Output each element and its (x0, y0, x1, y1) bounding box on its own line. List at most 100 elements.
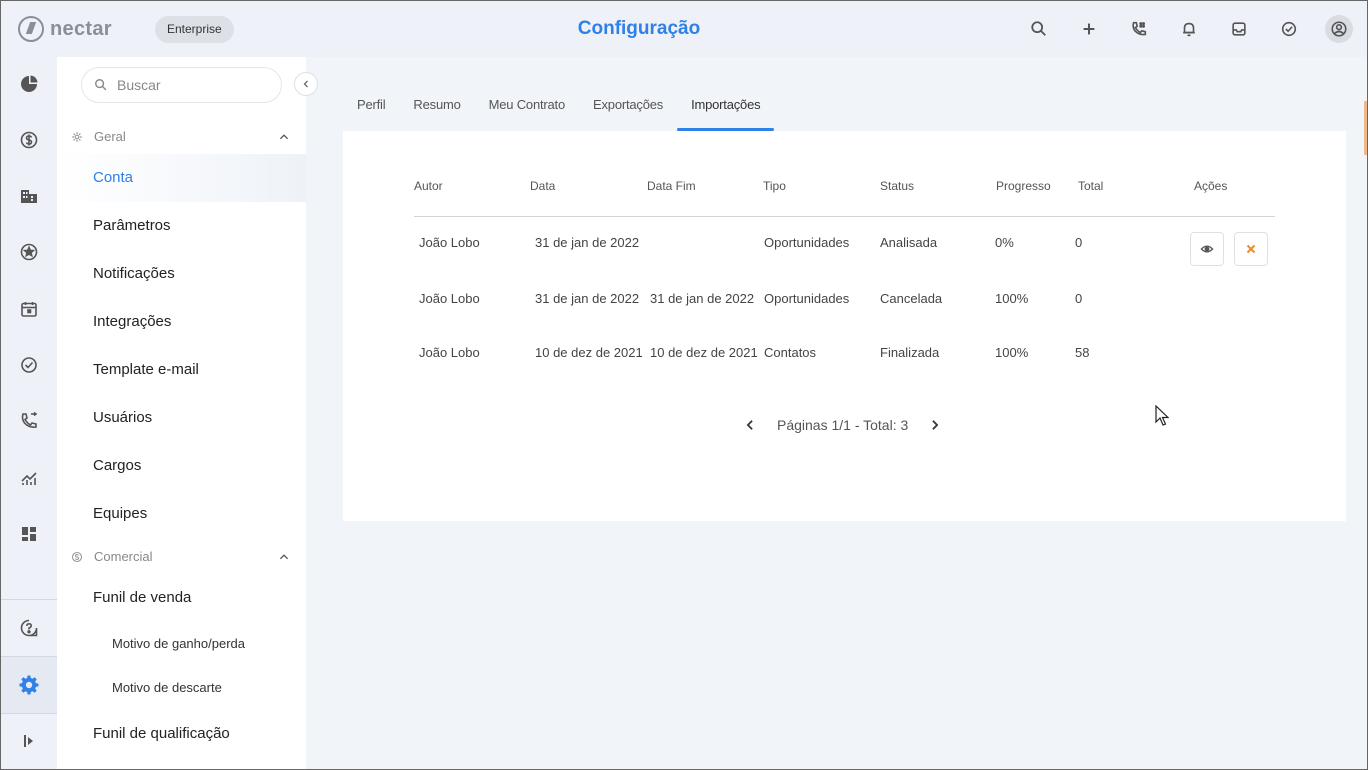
cancel-import-button[interactable] (1234, 232, 1268, 266)
chevron-right-icon[interactable] (928, 418, 942, 432)
main-navigation-rail (1, 57, 57, 769)
column-header-progresso: Progresso (996, 179, 1051, 193)
chevron-up-icon[interactable] (278, 131, 290, 143)
cell-autor: João Lobo (419, 235, 480, 250)
check-circle-icon[interactable] (1275, 15, 1303, 43)
settings-icon[interactable] (15, 671, 43, 699)
cell-tipo: Contatos (764, 345, 817, 360)
column-header-total: Total (1078, 179, 1104, 193)
section-label: Comercial (94, 549, 153, 564)
cell-total: 58 (1075, 345, 1090, 360)
search-icon[interactable] (1025, 15, 1053, 43)
cell-progresso: 100% (995, 345, 1029, 360)
building-icon[interactable] (15, 182, 43, 210)
cell-data-fim: 31 de jan de 2022 (650, 291, 755, 306)
sidebar-item-notificacoes[interactable]: Notificações (57, 250, 306, 298)
settings-tabs: Perfil Resumo Meu Contrato Exportações I… (343, 89, 775, 131)
tab-perfil[interactable]: Perfil (343, 89, 399, 131)
rail-divider (1, 713, 57, 714)
column-header-tipo: Tipo (763, 179, 786, 193)
rail-divider (1, 656, 57, 657)
dollar-icon (71, 551, 83, 562)
call-icon[interactable] (15, 407, 43, 435)
help-icon[interactable] (15, 614, 43, 642)
plus-icon[interactable] (1075, 15, 1103, 43)
column-header-data-fim: Data Fim (647, 179, 696, 193)
scroll-indicator[interactable] (1364, 101, 1367, 155)
section-comercial-header[interactable]: Comercial (71, 549, 296, 564)
cell-autor: João Lobo (419, 291, 480, 306)
mouse-cursor-icon (1155, 405, 1169, 426)
pagination-text: Páginas 1/1 - Total: 3 (777, 417, 909, 433)
cell-progresso: 100% (995, 291, 1029, 306)
chevron-left-icon[interactable] (743, 418, 757, 432)
cell-data: 31 de jan de 2022 (535, 235, 640, 250)
cell-data: 10 de dez de 2021 (535, 345, 643, 360)
dollar-icon[interactable] (15, 126, 43, 154)
search-icon (95, 79, 107, 91)
cell-status: Cancelada (880, 291, 943, 306)
sidebar-item-template-email[interactable]: Template e-mail (57, 346, 306, 394)
sidebar-subitem-motivo-ganho-perda[interactable]: Motivo de ganho/perda (57, 636, 306, 651)
chevron-left-icon (303, 80, 308, 88)
settings-sidebar: Geral Conta Parâmetros Notificações Inte… (57, 57, 306, 769)
cell-total: 0 (1075, 235, 1083, 250)
rail-divider (1, 599, 57, 600)
eye-icon (1200, 245, 1214, 253)
bell-icon[interactable] (1175, 15, 1203, 43)
sidebar-item-integracoes[interactable]: Integrações (57, 298, 306, 346)
top-actions (1025, 15, 1353, 43)
cell-data-fim: 10 de dez de 2021 (650, 345, 758, 360)
top-bar: nectar Enterprise Configuração (1, 1, 1367, 57)
view-button[interactable] (1190, 232, 1224, 266)
table-row: João Lobo 10 de dez de 2021 10 de dez de… (414, 345, 1275, 399)
cell-data: 31 de jan de 2022 (535, 291, 640, 306)
inbox-icon[interactable] (1225, 15, 1253, 43)
dashboard-icon[interactable] (15, 70, 43, 98)
close-icon (1246, 244, 1256, 254)
cell-progresso: 0% (995, 235, 1014, 250)
cell-status: Analisada (880, 235, 938, 250)
collapse-sidebar-button[interactable] (294, 72, 318, 96)
column-header-data: Data (530, 179, 556, 193)
widgets-icon[interactable] (15, 520, 43, 548)
sidebar-item-funil-de-qualificacao[interactable]: Funil de qualificação (57, 710, 306, 758)
search-input[interactable] (117, 77, 267, 93)
user-avatar-icon[interactable] (1325, 15, 1353, 43)
table-row: João Lobo 31 de jan de 2022 31 de jan de… (414, 291, 1275, 345)
calendar-icon[interactable] (15, 295, 43, 323)
tab-resumo[interactable]: Resumo (399, 89, 474, 131)
star-icon[interactable] (15, 238, 43, 266)
sidebar-item-conta[interactable]: Conta (57, 154, 306, 202)
pagination: Páginas 1/1 - Total: 3 (743, 417, 942, 433)
cell-autor: João Lobo (419, 345, 480, 360)
chevron-up-icon[interactable] (278, 551, 290, 563)
sidebar-search[interactable] (81, 67, 282, 103)
section-geral-header[interactable]: Geral (71, 129, 296, 144)
cell-total: 0 (1075, 291, 1083, 306)
cell-tipo: Oportunidades (764, 291, 850, 306)
phone-icon[interactable] (1125, 15, 1153, 43)
tab-exportacoes[interactable]: Exportações (579, 89, 677, 131)
tab-importacoes[interactable]: Importações (677, 89, 775, 131)
imports-card: Autor Data Data Fim Tipo Status Progress… (343, 131, 1346, 521)
sidebar-item-parametros[interactable]: Parâmetros (57, 202, 306, 250)
expand-icon[interactable] (15, 727, 43, 755)
table-header: Autor Data Data Fim Tipo Status Progress… (414, 179, 1275, 217)
column-header-status: Status (880, 179, 915, 193)
task-check-icon[interactable] (15, 351, 43, 379)
section-label: Geral (94, 129, 126, 144)
column-header-autor: Autor (414, 179, 443, 193)
gear-icon (72, 131, 82, 142)
column-header-acoes: Ações (1194, 179, 1228, 193)
chart-icon[interactable] (15, 464, 43, 492)
sidebar-subitem-motivo-descarte[interactable]: Motivo de descarte (57, 680, 306, 695)
sidebar-item-equipes[interactable]: Equipes (57, 490, 306, 538)
sidebar-item-cargos[interactable]: Cargos (57, 442, 306, 490)
sidebar-item-usuarios[interactable]: Usuários (57, 394, 306, 442)
sidebar-item-funil-de-venda[interactable]: Funil de venda (57, 574, 306, 622)
table-row: João Lobo 31 de jan de 2022 Oportunidade… (414, 232, 1275, 289)
tab-meu-contrato[interactable]: Meu Contrato (475, 89, 579, 131)
cell-tipo: Oportunidades (764, 235, 850, 250)
cell-status: Finalizada (880, 345, 940, 360)
